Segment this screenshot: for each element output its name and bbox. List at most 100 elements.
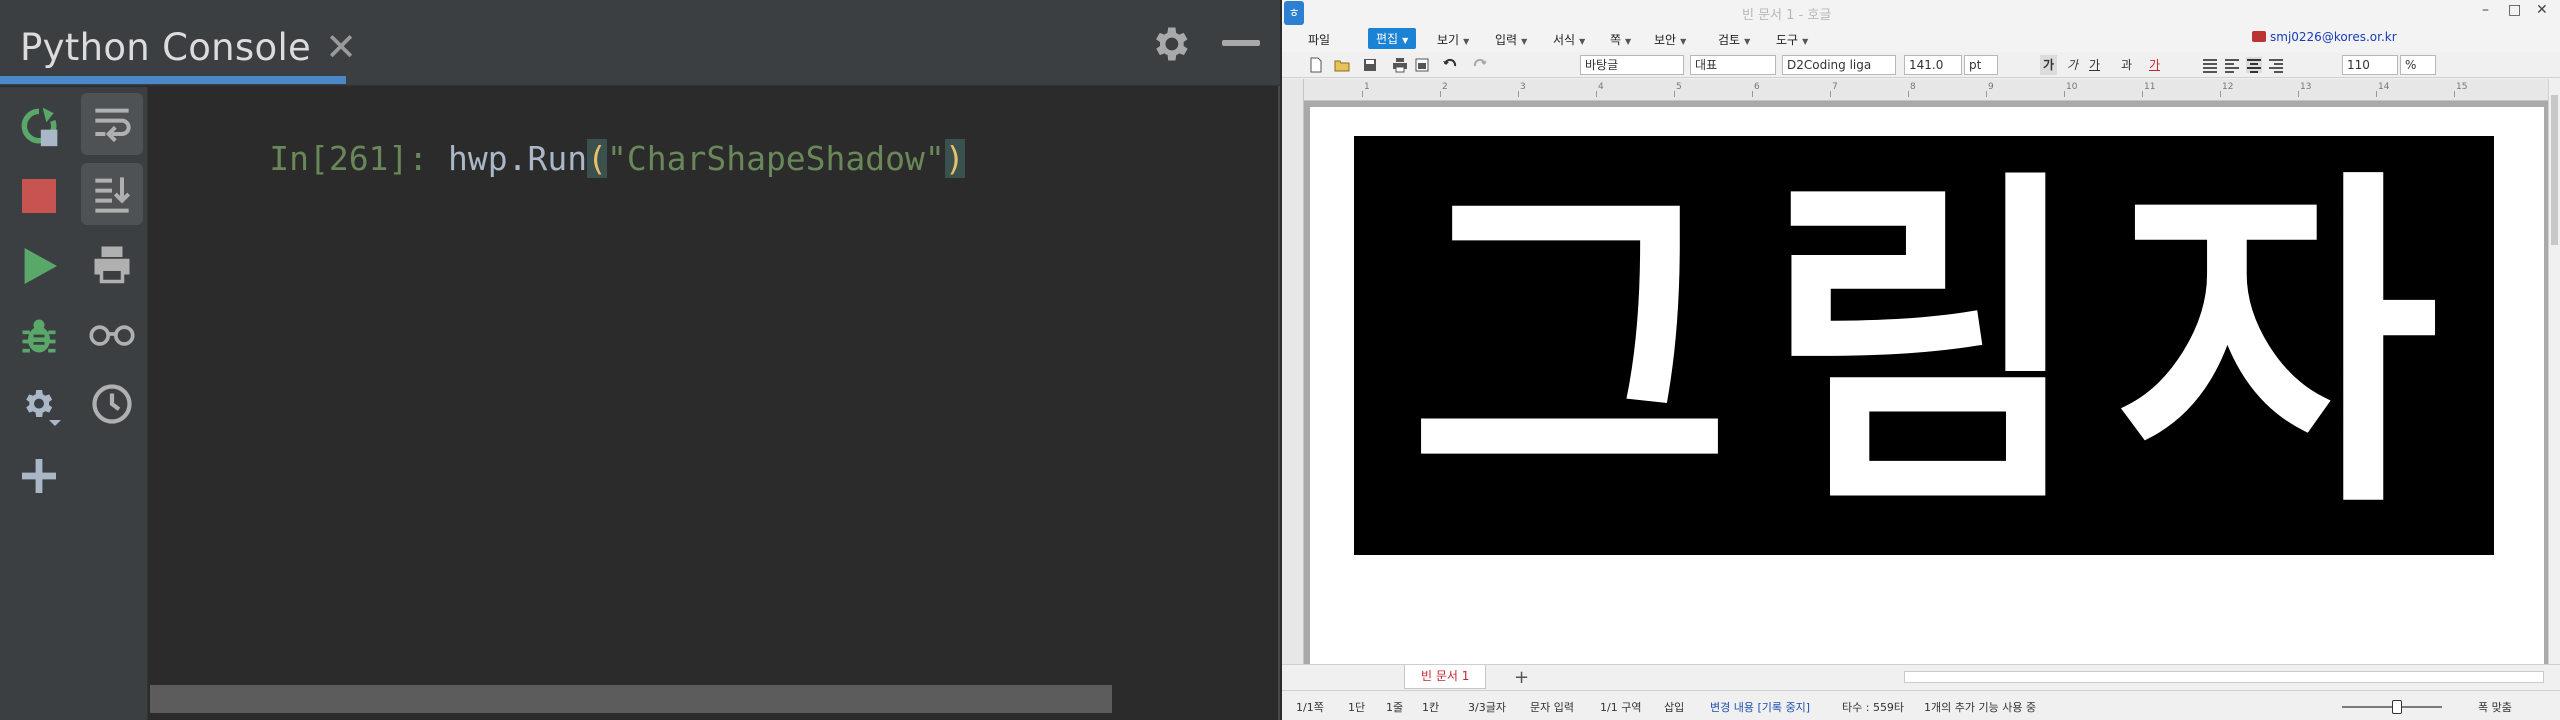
- redo-icon[interactable]: [1472, 57, 1488, 73]
- settings-icon: [26, 390, 61, 426]
- debug-button[interactable]: [8, 305, 70, 367]
- ruler-tick: [2298, 91, 2299, 97]
- menu-security[interactable]: 보안 ▼: [1654, 31, 1686, 48]
- status-track-changes[interactable]: 변경 내용 [기록 중지]: [1710, 699, 1810, 715]
- horizontal-ruler[interactable]: 1 2 3 4 5 6 7 8 9 10 11 12 13 14 15: [1304, 79, 2548, 101]
- ruler-tick: [1674, 91, 1675, 97]
- close-icon[interactable]: ✕: [325, 28, 357, 66]
- menu-tools[interactable]: 도구 ▼: [1776, 31, 1808, 48]
- menu-label: 검토: [1718, 33, 1741, 47]
- document-text: 그림자: [1409, 141, 2471, 550]
- scroll-to-end-button[interactable]: [81, 163, 143, 225]
- strikethrough-button[interactable]: 과: [2118, 55, 2135, 75]
- font-size-unit[interactable]: pt: [1964, 55, 1998, 75]
- gear-icon[interactable]: [1148, 22, 1192, 66]
- tab-document-1[interactable]: 빈 문서 1: [1404, 665, 1487, 689]
- line-spacing-value: 110: [2347, 58, 2370, 72]
- print-button[interactable]: [81, 233, 143, 295]
- menu-page[interactable]: 쪽 ▼: [1610, 31, 1631, 48]
- ruler-tick: [1518, 91, 1519, 97]
- console-input-line[interactable]: In[261]: hwp.Run("CharShapeShadow"): [150, 93, 965, 178]
- status-insert-mode[interactable]: 삽입: [1664, 699, 1684, 715]
- align-left-icon[interactable]: [2224, 57, 2240, 73]
- soft-wrap-icon: [95, 108, 131, 143]
- menu-file[interactable]: 파일: [1308, 31, 1330, 48]
- maximize-window-icon[interactable]: □: [2508, 2, 2521, 18]
- line-spacing-unit[interactable]: %: [2400, 55, 2436, 75]
- undo-icon[interactable]: [1442, 57, 1458, 73]
- language-select[interactable]: 대표: [1690, 55, 1776, 75]
- add-tab-button[interactable]: +: [1514, 667, 1529, 688]
- zoom-slider-handle[interactable]: [2392, 700, 2402, 714]
- font-color-button[interactable]: 가: [2146, 55, 2163, 75]
- vertical-scrollbar[interactable]: [2548, 79, 2560, 664]
- settings-button[interactable]: [8, 375, 70, 437]
- align-right-icon[interactable]: [2268, 57, 2284, 73]
- tab-python-console[interactable]: Python Console ✕: [20, 22, 357, 72]
- status-addons[interactable]: 1개의 추가 기능 사용 중: [1924, 699, 2036, 715]
- show-variables-button[interactable]: [81, 303, 143, 365]
- clock-icon: [92, 384, 132, 424]
- status-page: 1/1쪽: [1296, 701, 1324, 714]
- history-button[interactable]: [81, 373, 143, 435]
- ruler-tick: [1752, 91, 1753, 97]
- menu-view[interactable]: 보기 ▼: [1437, 31, 1469, 48]
- code-call: hwp.Run: [428, 139, 588, 178]
- unit-value: pt: [1969, 58, 1982, 72]
- style-value: 바탕글: [1585, 58, 1619, 72]
- minimize-window-icon[interactable]: –: [2482, 2, 2489, 18]
- ruler-number: 13: [2300, 82, 2312, 92]
- ruler-number: 3: [1520, 82, 1526, 92]
- minimize-icon[interactable]: [1222, 40, 1260, 46]
- soft-wrap-button[interactable]: [81, 93, 143, 155]
- menu-format[interactable]: 서식 ▼: [1553, 31, 1585, 48]
- save-icon[interactable]: [1362, 57, 1378, 73]
- status-line: 1줄: [1386, 701, 1404, 714]
- line-spacing-unit-value: %: [2405, 58, 2417, 72]
- ruler-tick: [1596, 91, 1597, 97]
- document-text-block[interactable]: 그림자: [1354, 136, 2494, 555]
- console-tab-title: Python Console: [20, 25, 312, 69]
- vertical-ruler[interactable]: [1282, 79, 1304, 664]
- open-folder-icon[interactable]: [1334, 57, 1350, 73]
- align-justify-icon[interactable]: [2202, 57, 2218, 73]
- ruler-tick: [1830, 91, 1831, 97]
- menu-label: 쪽: [1610, 33, 1622, 47]
- bold-button[interactable]: 가: [2040, 55, 2058, 75]
- glasses-icon: [89, 325, 135, 346]
- status-column: 1단: [1348, 701, 1366, 714]
- rerun-button[interactable]: [8, 95, 70, 157]
- underline-button[interactable]: 가: [2086, 55, 2103, 75]
- menu-label: 파일: [1308, 33, 1331, 47]
- status-section: 1/1 구역: [1600, 701, 1642, 714]
- horizontal-scrollbar[interactable]: [1904, 671, 2544, 683]
- status-input-mode[interactable]: 문자 입력: [1530, 699, 1574, 715]
- execute-button[interactable]: [8, 235, 70, 297]
- status-cell: 1칸: [1422, 701, 1440, 714]
- ruler-tick: [2220, 91, 2221, 97]
- style-select[interactable]: 바탕글: [1580, 55, 1684, 75]
- status-zoom-fit[interactable]: 폭 맞춤: [2478, 699, 2512, 715]
- close-window-icon[interactable]: ✕: [2536, 2, 2548, 18]
- chevron-down-icon: ▼: [1625, 37, 1632, 46]
- ruler-number: 12: [2222, 82, 2234, 92]
- font-select[interactable]: D2Coding liga: [1782, 55, 1896, 75]
- line-spacing-input[interactable]: 110: [2342, 55, 2398, 75]
- preview-icon[interactable]: [1414, 57, 1430, 73]
- font-size-input[interactable]: 141.0: [1904, 55, 1962, 75]
- menu-review[interactable]: 검토 ▼: [1718, 31, 1750, 48]
- italic-button[interactable]: 가: [2064, 55, 2081, 75]
- menu-edit[interactable]: 편집 ▼: [1368, 28, 1417, 49]
- horizontal-scrollbar[interactable]: [150, 685, 1112, 713]
- menu-insert[interactable]: 입력 ▼: [1495, 31, 1527, 48]
- new-document-icon[interactable]: [1308, 57, 1324, 73]
- user-account[interactable]: smj0226@kores.or.kr: [2252, 30, 2397, 44]
- print-icon[interactable]: [1392, 57, 1408, 73]
- stop-button[interactable]: [8, 165, 70, 227]
- new-console-button[interactable]: [8, 445, 70, 507]
- align-center-icon[interactable]: [2246, 57, 2262, 73]
- console-output[interactable]: In[261]: hwp.Run("CharShapeShadow"): [150, 87, 1278, 720]
- bug-icon: [22, 319, 56, 353]
- scroll-thumb[interactable]: [2551, 95, 2558, 245]
- menu-bar: 파일 편집 ▼ 보기 ▼ 입력 ▼ 서식 ▼ 쪽 ▼ 보안 ▼ 검토 ▼ 도구 ▼ smj022…: [1282, 26, 2560, 52]
